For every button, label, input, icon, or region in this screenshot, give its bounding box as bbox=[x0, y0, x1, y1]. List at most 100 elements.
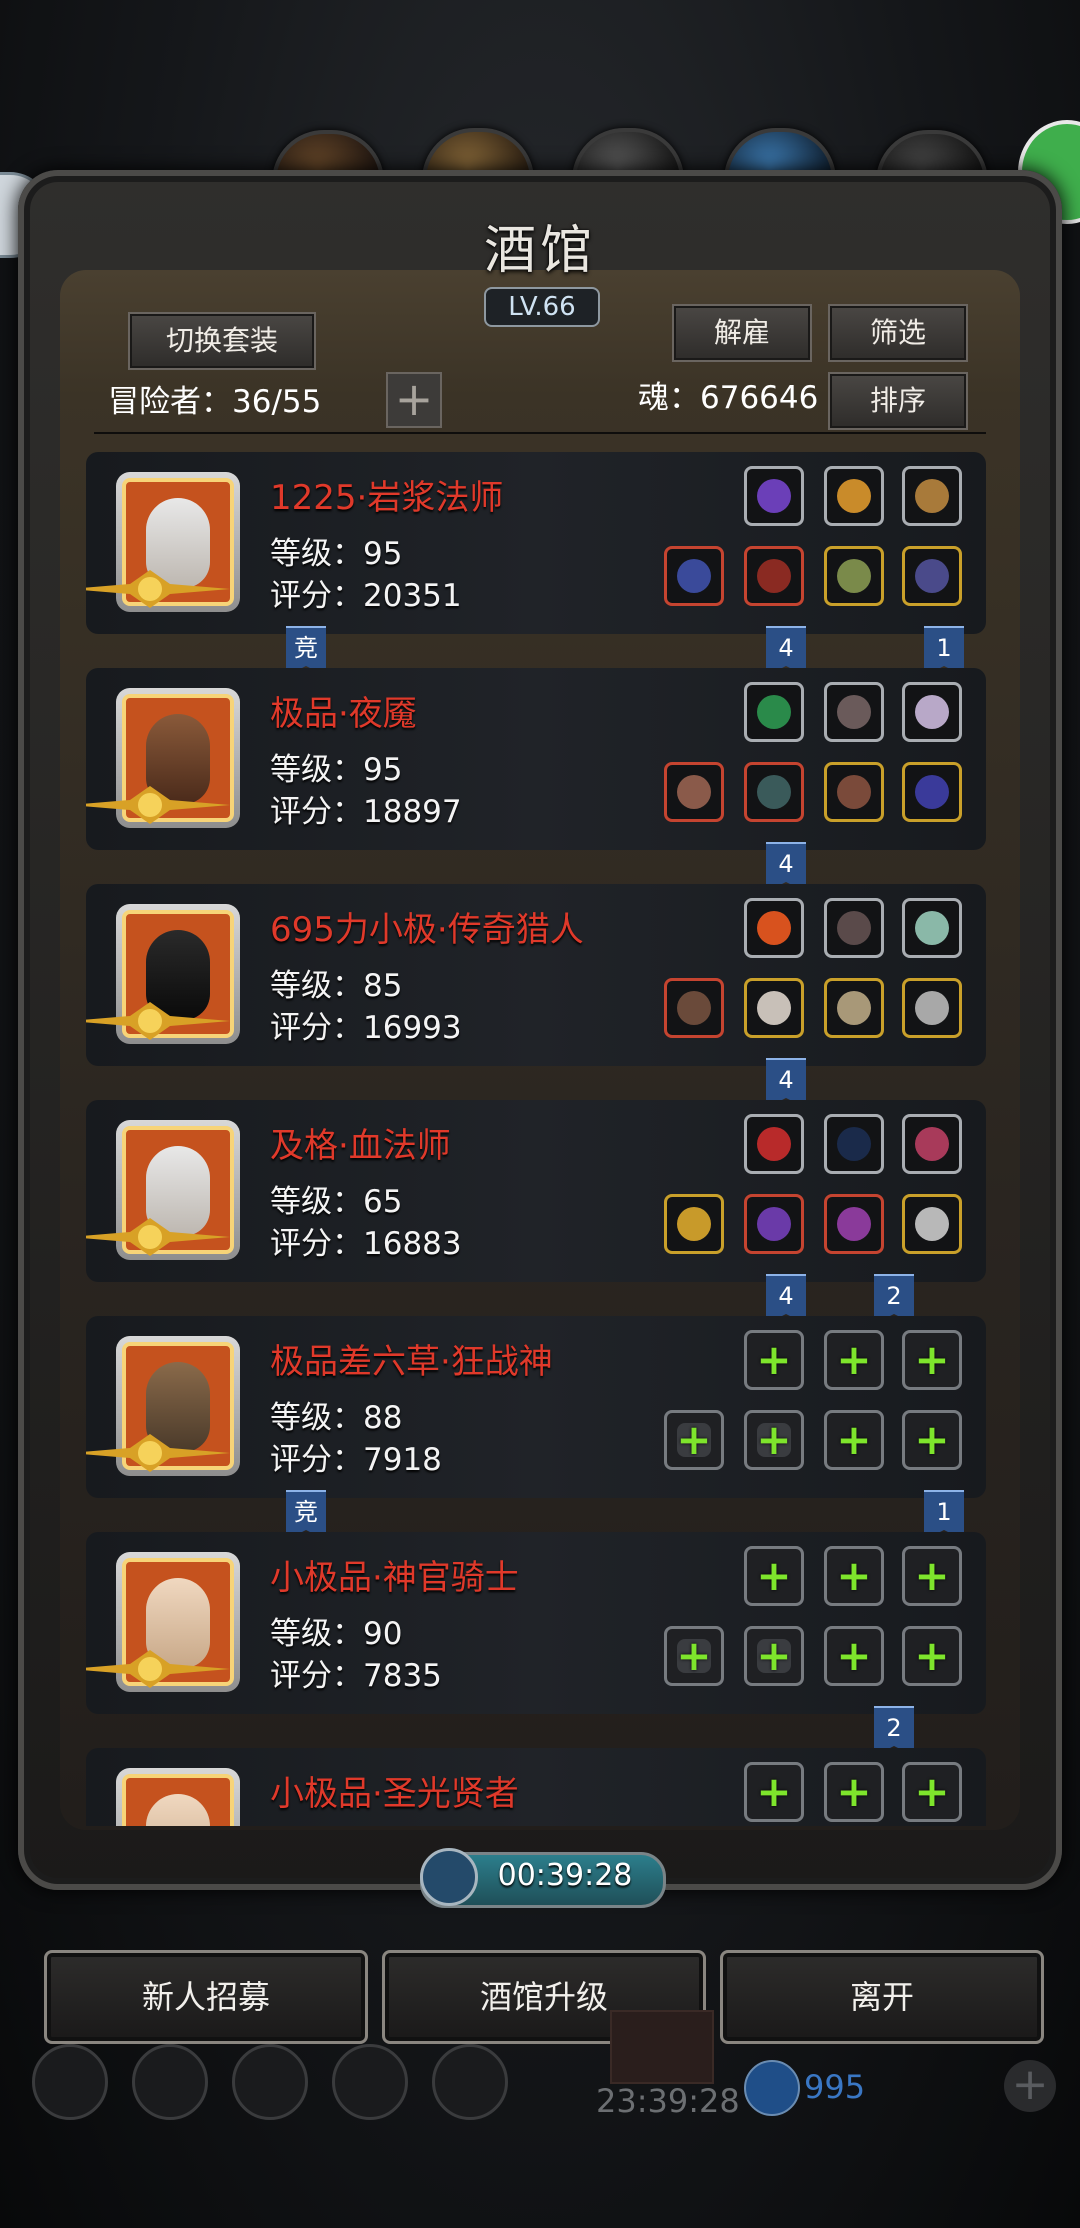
hero-name: 695力小极·传奇猎人 bbox=[270, 910, 584, 950]
filter-button[interactable]: 筛选 bbox=[828, 304, 968, 362]
hero-level: 等级：90 bbox=[270, 1616, 403, 1652]
empty-equip-slot[interactable]: + bbox=[902, 1762, 962, 1822]
equip-slot[interactable] bbox=[824, 898, 884, 958]
add-icon: + bbox=[836, 1335, 872, 1384]
vial-icon bbox=[915, 1127, 949, 1161]
empty-equip-slot[interactable]: + bbox=[664, 1626, 724, 1686]
equip-slot[interactable] bbox=[902, 898, 962, 958]
lantern-icon bbox=[837, 479, 871, 513]
hero-name: 极品·夜魇 bbox=[270, 694, 417, 734]
equip-slot[interactable] bbox=[902, 466, 962, 526]
empty-equip-slot[interactable]: + bbox=[824, 1762, 884, 1822]
equip-slot[interactable] bbox=[902, 1114, 962, 1174]
empty-equip-slot[interactable]: + bbox=[824, 1546, 884, 1606]
rank-emblem-icon bbox=[86, 570, 230, 608]
empty-equip-slot[interactable]: + bbox=[824, 1410, 884, 1470]
map-icon[interactable] bbox=[432, 2044, 508, 2120]
mail-icon[interactable] bbox=[332, 2044, 408, 2120]
equip-slot[interactable] bbox=[902, 682, 962, 742]
equip-slot[interactable] bbox=[824, 978, 884, 1038]
rune-icon bbox=[757, 695, 791, 729]
empty-equip-slot[interactable]: + bbox=[902, 1410, 962, 1470]
tower-icon[interactable] bbox=[610, 2010, 714, 2084]
switch-suit-button[interactable]: 切换套装 bbox=[128, 312, 316, 370]
equip-slot[interactable] bbox=[744, 762, 804, 822]
adventurer-count: 冒险者：36/55 bbox=[108, 384, 322, 420]
glove-icon bbox=[837, 775, 871, 809]
hero-card[interactable]: 极品差六草·狂战神 等级：88 评分：7918 + + + + + + + bbox=[86, 1316, 986, 1498]
empty-equip-slot[interactable]: + bbox=[744, 1762, 804, 1822]
add-icon: + bbox=[914, 1631, 950, 1680]
equip-slot[interactable] bbox=[824, 762, 884, 822]
add-icon: + bbox=[676, 1631, 712, 1680]
add-icon: + bbox=[756, 1415, 792, 1464]
empty-equip-slot[interactable]: + bbox=[744, 1626, 804, 1686]
hero-card[interactable]: 小极品·神官骑士 等级：90 评分：7835 + + + + + + + bbox=[86, 1532, 986, 1714]
fire-icon bbox=[757, 911, 791, 945]
soul-count: 魂：676646 bbox=[638, 380, 819, 416]
hero-card[interactable]: 1225·岩浆法师 等级：95 评分：20351 bbox=[86, 452, 986, 634]
equip-slot[interactable] bbox=[664, 546, 724, 606]
ring-icon bbox=[915, 1207, 949, 1241]
settings-icon[interactable] bbox=[32, 2044, 108, 2120]
recruit-button[interactable]: 新人招募 bbox=[44, 1950, 368, 2044]
empty-equip-slot[interactable]: + bbox=[744, 1410, 804, 1470]
equip-slot[interactable] bbox=[824, 682, 884, 742]
equip-slot[interactable] bbox=[664, 978, 724, 1038]
add-icon: + bbox=[914, 1335, 950, 1384]
add-capacity-button[interactable]: + bbox=[386, 372, 442, 428]
empty-equip-slot[interactable]: + bbox=[902, 1626, 962, 1686]
add-icon: + bbox=[676, 1415, 712, 1464]
equip-slot[interactable] bbox=[902, 762, 962, 822]
empty-equip-slot[interactable]: + bbox=[664, 1410, 724, 1470]
hero-list[interactable]: 1225·岩浆法师 等级：95 评分：20351 竞 4 1 极品·夜魇 等级：… bbox=[86, 450, 986, 1826]
hero-level: 等级：95 bbox=[270, 536, 403, 572]
empty-equip-slot[interactable]: + bbox=[744, 1330, 804, 1390]
equip-slot[interactable] bbox=[824, 1194, 884, 1254]
equip-slot[interactable] bbox=[824, 546, 884, 606]
equip-slot[interactable] bbox=[902, 978, 962, 1038]
tavern-level-badge: LV.66 bbox=[484, 287, 600, 327]
guild-icon[interactable] bbox=[232, 2044, 308, 2120]
equip-slot[interactable] bbox=[664, 762, 724, 822]
equip-slot[interactable] bbox=[744, 682, 804, 742]
empty-equip-slot[interactable]: + bbox=[744, 1546, 804, 1606]
empty-equip-slot[interactable]: + bbox=[824, 1330, 884, 1390]
equip-slot[interactable] bbox=[744, 1194, 804, 1254]
empty-equip-slot[interactable]: + bbox=[902, 1330, 962, 1390]
equip-slot[interactable] bbox=[902, 546, 962, 606]
equip-slot[interactable] bbox=[824, 466, 884, 526]
equip-slot[interactable] bbox=[744, 898, 804, 958]
empty-equip-slot[interactable]: + bbox=[902, 1546, 962, 1606]
sort-button[interactable]: 排序 bbox=[828, 372, 968, 430]
hero-card[interactable]: 695力小极·传奇猎人 等级：85 评分：16993 bbox=[86, 884, 986, 1066]
hero-level: 等级：85 bbox=[270, 968, 403, 1004]
empty-equip-slot[interactable]: + bbox=[824, 1626, 884, 1686]
hero-portrait[interactable] bbox=[116, 1768, 240, 1826]
leave-button[interactable]: 离开 bbox=[720, 1950, 1044, 2044]
hero-card[interactable]: 及格·血法师 等级：65 评分：16883 bbox=[86, 1100, 986, 1282]
equip-slot[interactable] bbox=[664, 1194, 724, 1254]
add-icon: + bbox=[914, 1415, 950, 1464]
equip-slot[interactable] bbox=[744, 546, 804, 606]
add-gem-button[interactable]: + bbox=[1004, 2060, 1056, 2112]
equip-slot[interactable] bbox=[744, 466, 804, 526]
gem-count: 995 bbox=[804, 2068, 866, 2106]
hero-card[interactable]: 极品·夜魇 等级：95 评分：18897 bbox=[86, 668, 986, 850]
equip-slot[interactable] bbox=[744, 1114, 804, 1174]
divider bbox=[94, 432, 986, 434]
rank-emblem-icon bbox=[86, 786, 230, 824]
scroll-icon bbox=[915, 479, 949, 513]
clock-icon bbox=[420, 1848, 478, 1906]
robe-icon bbox=[757, 559, 791, 593]
achievement-icon[interactable] bbox=[132, 2044, 208, 2120]
hero-card[interactable]: 小极品·圣光贤者 + + + bbox=[86, 1748, 986, 1826]
rank-emblem-icon bbox=[86, 1650, 230, 1688]
hero-name: 1225·岩浆法师 bbox=[270, 478, 504, 518]
armor-icon bbox=[757, 775, 791, 809]
add-icon: + bbox=[836, 1631, 872, 1680]
dismiss-button[interactable]: 解雇 bbox=[672, 304, 812, 362]
equip-slot[interactable] bbox=[902, 1194, 962, 1254]
equip-slot[interactable] bbox=[824, 1114, 884, 1174]
equip-slot[interactable] bbox=[744, 978, 804, 1038]
